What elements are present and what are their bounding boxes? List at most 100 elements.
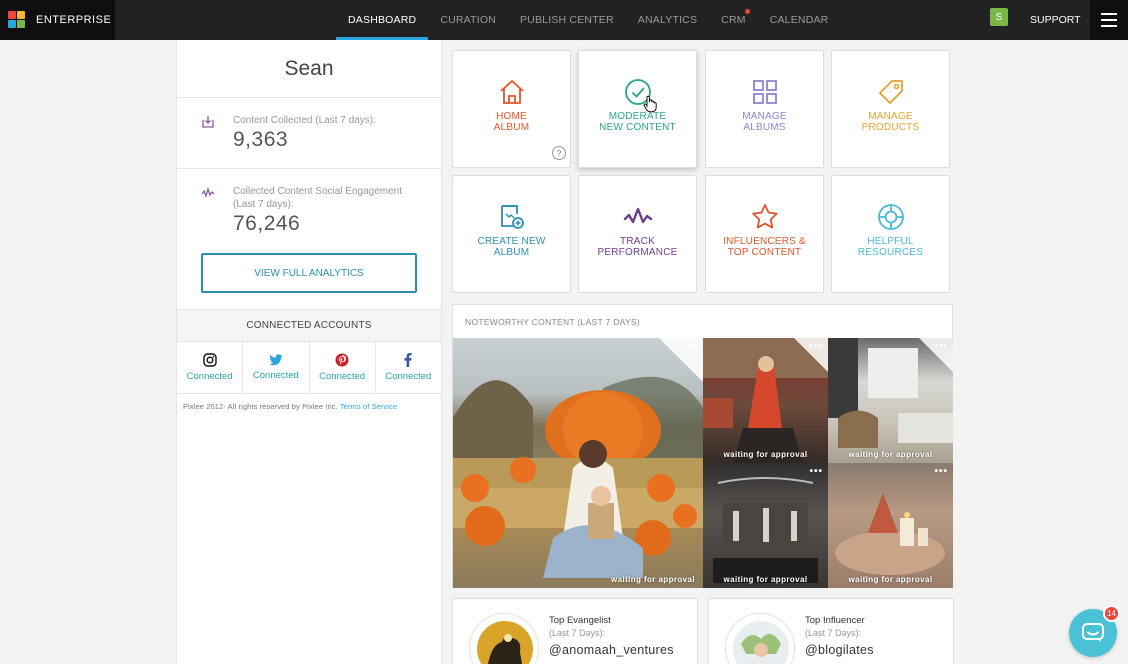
account-status: Connected: [186, 371, 233, 382]
user-avatar-badge[interactable]: S: [990, 8, 1008, 26]
top-influencer-card[interactable]: Top Influencer (Last 7 Days): @blogilate…: [708, 598, 954, 664]
account-status: Connected: [252, 370, 299, 381]
tile-helpful-resources[interactable]: HELPFUL RESOURCES: [831, 175, 950, 293]
connected-accounts: Connected Connected Connected Connected: [177, 342, 441, 394]
card-handle[interactable]: @anomaah_ventures: [549, 643, 674, 657]
more-options-icon[interactable]: •••: [684, 341, 698, 352]
tile-label-line: RESOURCES: [857, 247, 924, 258]
tile-influencers-top-content[interactable]: INFLUENCERS & TOP CONTENT: [705, 175, 824, 293]
stat-value: 76,246: [233, 212, 301, 235]
main-nav: DASHBOARD CURATION PUBLISH CENTER ANALYT…: [336, 0, 840, 40]
more-options-icon[interactable]: •••: [809, 466, 823, 477]
tile-moderate-new-content[interactable]: MODERATE NEW CONTENT: [578, 50, 697, 168]
tile-label-line: ALBUM: [493, 122, 530, 133]
help-icon[interactable]: ?: [552, 146, 566, 160]
account-pinterest[interactable]: Connected: [310, 342, 376, 393]
evangelist-avatar-image: [470, 614, 538, 664]
tile-label-line: INFLUENCERS &: [723, 236, 806, 247]
user-summary-panel: Sean Content Collected (Last 7 days): 9,…: [176, 40, 442, 664]
stat-label: Collected Content Social Engagement (Las…: [233, 186, 402, 210]
content-photo[interactable]: ••• waiting for approval: [703, 463, 828, 588]
card-handle[interactable]: @blogilates: [805, 643, 874, 657]
twitter-icon: [269, 354, 283, 366]
candles-image: [835, 493, 945, 575]
content-collected-stat: Content Collected (Last 7 days): 9,363: [177, 98, 441, 169]
account-status: Connected: [319, 371, 366, 382]
stat-label: Content Collected (Last 7 days):: [233, 115, 376, 126]
tile-label: INFLUENCERS & TOP CONTENT: [710, 236, 820, 258]
nav-crm-label: CRM: [721, 14, 746, 26]
avatar: [725, 613, 795, 664]
tile-label: MANAGE ALBUMS: [710, 111, 820, 133]
nav-dashboard[interactable]: DASHBOARD: [336, 0, 429, 40]
tile-label: MODERATE NEW CONTENT: [583, 111, 693, 133]
tile-label: MANAGE PRODUCTS: [836, 111, 946, 133]
top-navigation-bar: ENTERPRISE DASHBOARD CURATION PUBLISH CE…: [0, 0, 1128, 40]
content-photo[interactable]: ••• waiting for approval: [703, 338, 828, 463]
facebook-icon: [404, 353, 413, 367]
tile-label-line: MANAGE: [868, 111, 913, 122]
brand-name: ENTERPRISE: [36, 14, 112, 26]
tile-label-line: HELPFUL: [867, 236, 914, 247]
dark-table-image: [713, 477, 818, 583]
tile-label-line: ALBUMS: [743, 122, 786, 133]
account-twitter[interactable]: Connected: [243, 342, 310, 393]
tile-label: TRACK PERFORMANCE: [583, 236, 693, 258]
tile-label-line: CREATE NEW: [477, 236, 546, 247]
hamburger-menu-icon[interactable]: [1090, 0, 1128, 40]
nav-curation[interactable]: CURATION: [428, 0, 508, 40]
tile-label: CREATE NEW ALBUM: [457, 236, 567, 258]
content-photo[interactable]: ••• waiting for approval: [828, 338, 953, 463]
tile-label-line: MODERATE: [608, 111, 667, 122]
chat-unread-badge: 14: [1103, 605, 1120, 622]
nav-calendar[interactable]: CALENDAR: [758, 0, 841, 40]
account-instagram[interactable]: Connected: [177, 342, 244, 393]
more-options-icon[interactable]: •••: [809, 341, 823, 352]
content-photo[interactable]: ••• waiting for approval: [828, 463, 953, 588]
tile-create-new-album[interactable]: CREATE NEW ALBUM: [452, 175, 571, 293]
tile-label-line: NEW CONTENT: [599, 122, 676, 133]
brand[interactable]: ENTERPRISE: [0, 0, 115, 40]
influencer-avatar-image: [726, 614, 794, 664]
new-album-icon: [500, 205, 524, 229]
tile-label-line: PRODUCTS: [861, 122, 920, 133]
tag-icon: [878, 80, 903, 104]
noteworthy-title: NOTEWORTHY CONTENT (LAST 7 DAYS): [465, 317, 641, 327]
tile-label-line: ALBUM: [493, 247, 530, 258]
hand-cursor-icon: [643, 95, 657, 113]
user-name: Sean: [177, 40, 441, 98]
card-title: Top Influencer: [805, 615, 865, 626]
engagement-stat: Collected Content Social Engagement (Las…: [177, 169, 441, 310]
tile-manage-albums[interactable]: MANAGE ALBUMS: [705, 50, 824, 168]
tile-track-performance[interactable]: TRACK PERFORMANCE: [578, 175, 697, 293]
copyright-text: Pixlee 2012- All rights reserved by Pixl…: [183, 402, 338, 411]
instagram-icon: [202, 353, 217, 367]
card-subtitle: (Last 7 Days):: [805, 628, 862, 638]
pulse-icon: [623, 207, 652, 224]
nav-crm[interactable]: CRM: [709, 0, 758, 40]
grid-icon: [752, 80, 777, 104]
tile-home-album[interactable]: HOME ALBUM ?: [452, 50, 571, 168]
more-options-icon[interactable]: •••: [934, 341, 948, 352]
tile-manage-products[interactable]: MANAGE PRODUCTS: [831, 50, 950, 168]
nav-publish-center[interactable]: PUBLISH CENTER: [508, 0, 626, 40]
star-icon: [751, 204, 778, 229]
download-icon: [202, 116, 214, 128]
connected-accounts-header: CONNECTED ACCOUNTS: [177, 310, 441, 342]
tile-label-line: HOME: [496, 111, 527, 122]
account-facebook[interactable]: Connected: [376, 342, 441, 393]
activity-icon: [201, 186, 215, 199]
view-full-analytics-button[interactable]: VIEW FULL ANALYTICS: [201, 253, 417, 293]
approval-status: waiting for approval: [723, 575, 808, 584]
top-evangelist-card[interactable]: Top Evangelist (Last 7 Days): @anomaah_v…: [452, 598, 698, 664]
nav-analytics[interactable]: ANALYTICS: [626, 0, 709, 40]
content-photo[interactable]: ••• waiting for approval: [453, 338, 703, 588]
terms-of-service-link[interactable]: Terms of Service: [340, 402, 397, 411]
house-icon: [499, 80, 524, 104]
tile-label-line: TOP CONTENT: [727, 247, 802, 258]
approval-status: waiting for approval: [848, 575, 933, 584]
support-link[interactable]: SUPPORT: [1030, 0, 1081, 40]
stat-value: 9,363: [233, 128, 289, 151]
approval-status: waiting for approval: [723, 450, 808, 459]
more-options-icon[interactable]: •••: [934, 466, 948, 477]
